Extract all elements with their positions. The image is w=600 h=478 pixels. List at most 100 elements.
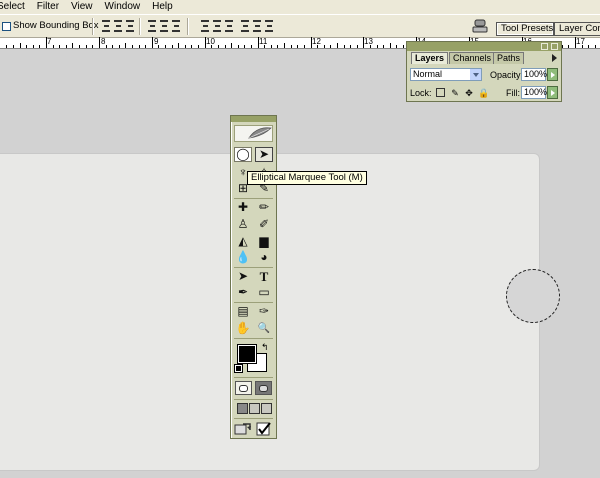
foreground-color-swatch[interactable] bbox=[237, 344, 257, 364]
eraser-icon: ◭ bbox=[238, 234, 248, 248]
imageready-icon bbox=[234, 422, 251, 434]
swap-colors-icon[interactable]: ↰ bbox=[261, 342, 269, 353]
minimize-icon[interactable] bbox=[541, 43, 548, 50]
ruler-tick bbox=[324, 45, 325, 48]
tab-tool-presets[interactable]: Tool Presets bbox=[496, 22, 554, 36]
default-colors-icon[interactable] bbox=[234, 364, 243, 373]
opacity-slider-button[interactable] bbox=[547, 68, 558, 81]
tool-notes[interactable]: ▤ bbox=[234, 304, 252, 319]
fill-slider-button[interactable] bbox=[547, 86, 558, 99]
tab-layer-comps[interactable]: Layer Comps bbox=[554, 22, 600, 36]
distribute-horizontal-center-icon[interactable] bbox=[252, 20, 262, 32]
tool-brush[interactable]: ✏ bbox=[255, 200, 273, 215]
tool-path-selection[interactable]: ➤ bbox=[234, 269, 252, 284]
align-bottom-icon[interactable] bbox=[125, 20, 135, 32]
checkmark-button[interactable] bbox=[255, 421, 273, 436]
lock-all-icon[interactable]: 🔒 bbox=[478, 88, 489, 98]
tool-move[interactable]: ➤ bbox=[255, 147, 273, 162]
toolbox-grip[interactable] bbox=[231, 116, 276, 122]
blend-mode-select[interactable]: Normal bbox=[410, 68, 482, 81]
tool-elliptical-marquee[interactable]: ◯ bbox=[234, 147, 252, 162]
quick-mask-icon bbox=[259, 384, 268, 392]
ruler-tick bbox=[152, 37, 153, 48]
palette-titlebar[interactable] bbox=[407, 42, 561, 51]
ruler-tick bbox=[33, 45, 34, 48]
show-bounding-box-checkbox[interactable] bbox=[2, 22, 11, 31]
menu-view[interactable]: View bbox=[71, 0, 93, 14]
tool-healing-brush[interactable]: ✚ bbox=[234, 200, 252, 215]
menu-select[interactable]: Select bbox=[0, 0, 25, 14]
zoom-icon: 🔍 bbox=[257, 323, 271, 334]
lock-brush-icon[interactable]: ✎ bbox=[450, 88, 460, 98]
ruler-tick bbox=[344, 45, 345, 48]
menu-window[interactable]: Window bbox=[105, 0, 141, 14]
opacity-input[interactable]: 100% bbox=[521, 68, 547, 81]
align-horizontal-center-icon[interactable] bbox=[159, 20, 169, 32]
distribute-vertical-center-icon[interactable] bbox=[212, 20, 222, 32]
stamp-icon[interactable] bbox=[472, 18, 488, 34]
menu-help[interactable]: Help bbox=[152, 0, 173, 14]
jump-to-imageready-button[interactable] bbox=[234, 421, 252, 436]
ruler-tick bbox=[72, 43, 73, 48]
tool-zoom[interactable]: 🔍 bbox=[255, 321, 273, 336]
tool-dodge[interactable]: ◕ bbox=[255, 250, 273, 265]
ruler-tick bbox=[191, 45, 192, 48]
fill-input[interactable]: 100% bbox=[521, 86, 547, 99]
check-icon bbox=[256, 421, 271, 435]
full-screen-menu-mode-button[interactable] bbox=[249, 403, 260, 414]
tool-blur[interactable]: 💧 bbox=[234, 250, 252, 265]
ruler-tick bbox=[92, 45, 93, 48]
ruler-tick bbox=[291, 45, 292, 48]
tool-eyedropper[interactable]: ✑ bbox=[255, 304, 273, 319]
close-icon[interactable] bbox=[551, 43, 558, 50]
lock-label: Lock: bbox=[410, 88, 432, 98]
tool-pen[interactable]: ✒ bbox=[234, 285, 252, 300]
standard-mode-button[interactable] bbox=[235, 381, 252, 395]
ruler-number: 12 bbox=[312, 37, 321, 46]
ruler-tick bbox=[79, 45, 80, 48]
align-vertical-center-icon[interactable] bbox=[113, 20, 123, 32]
ruler-tick bbox=[390, 43, 391, 48]
ruler-tick bbox=[568, 45, 569, 48]
hand-icon: ✋ bbox=[235, 321, 251, 335]
elliptical-selection[interactable] bbox=[506, 269, 560, 323]
ruler-tick bbox=[26, 45, 27, 48]
lock-position-icon[interactable]: ✥ bbox=[464, 88, 474, 98]
quick-mask-mode-button[interactable] bbox=[255, 381, 272, 395]
ruler-tick bbox=[13, 45, 14, 48]
ruler-tick bbox=[595, 45, 596, 48]
feather-logo-icon[interactable] bbox=[234, 125, 273, 142]
elliptical-marquee-icon: ◯ bbox=[236, 147, 250, 161]
distribute-left-icon[interactable] bbox=[240, 20, 250, 32]
align-top-icon[interactable] bbox=[101, 20, 111, 32]
lock-row: Lock: ✎ ✥ 🔒 Fill: 100% bbox=[409, 85, 559, 101]
tool-eraser[interactable]: ◭ bbox=[234, 234, 252, 249]
ruler-number: 17 bbox=[576, 37, 585, 46]
standard-screen-mode-button[interactable] bbox=[237, 403, 248, 414]
align-right-icon[interactable] bbox=[171, 20, 181, 32]
ruler-tick bbox=[231, 43, 232, 48]
full-screen-mode-button[interactable] bbox=[261, 403, 272, 414]
tool-type[interactable]: T bbox=[255, 269, 273, 284]
tool-hand[interactable]: ✋ bbox=[234, 321, 252, 336]
tab-channels[interactable]: Channels bbox=[449, 52, 496, 64]
lock-transparent-icon[interactable] bbox=[436, 88, 445, 97]
menu-filter[interactable]: Filter bbox=[37, 0, 59, 14]
opacity-label: Opacity: bbox=[490, 70, 524, 80]
tool-history-brush[interactable]: ✐ bbox=[255, 217, 273, 232]
distribute-bottom-icon[interactable] bbox=[224, 20, 234, 32]
ruler-tick bbox=[119, 45, 120, 48]
tool-clone-stamp[interactable]: ♙ bbox=[234, 217, 252, 232]
fill-label: Fill: bbox=[506, 88, 520, 98]
tab-layers[interactable]: Layers bbox=[411, 52, 449, 64]
ruler-tick bbox=[139, 45, 140, 48]
palette-menu-icon[interactable] bbox=[552, 54, 557, 62]
tab-paths[interactable]: Paths bbox=[493, 52, 525, 64]
toolbox-separator bbox=[234, 267, 273, 268]
align-left-icon[interactable] bbox=[147, 20, 157, 32]
tool-gradient[interactable]: ▆ bbox=[255, 234, 273, 249]
tool-shape[interactable]: ▭ bbox=[255, 285, 273, 300]
distribute-right-icon[interactable] bbox=[264, 20, 274, 32]
distribute-top-icon[interactable] bbox=[200, 20, 210, 32]
ruler-number: 7 bbox=[47, 37, 52, 46]
